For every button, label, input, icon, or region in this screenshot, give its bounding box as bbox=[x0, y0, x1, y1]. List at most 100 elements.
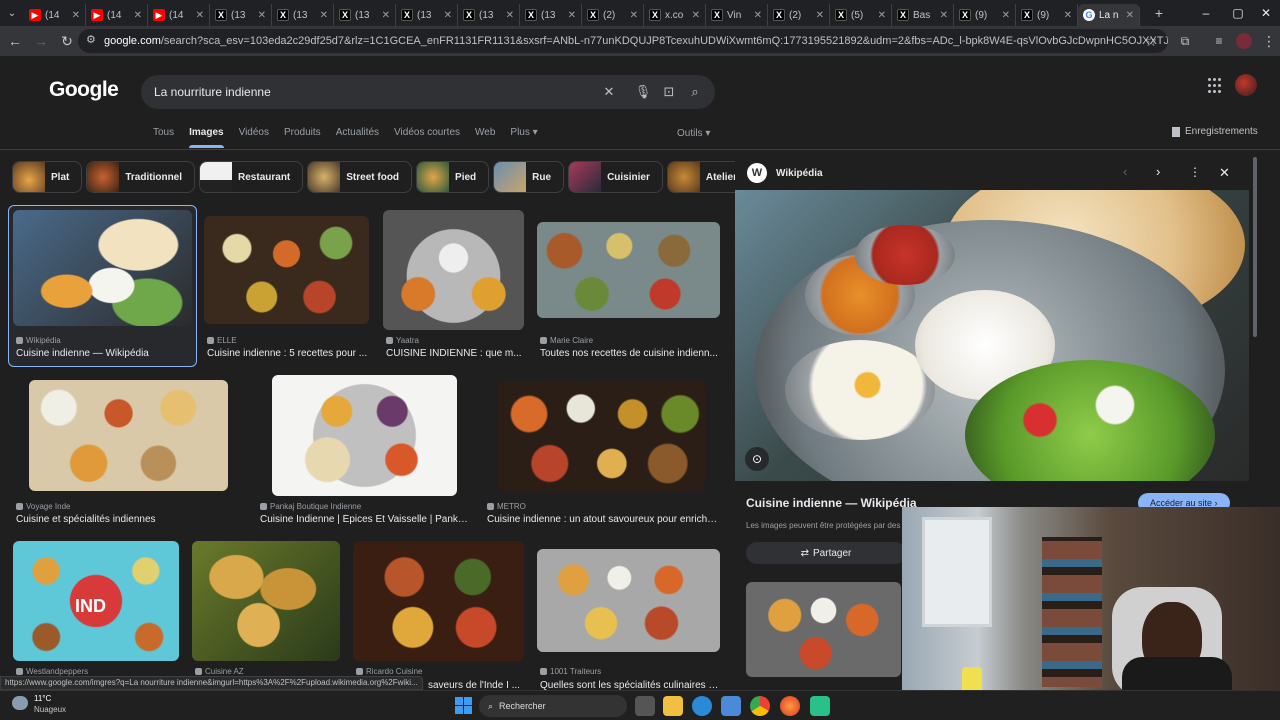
app-icon[interactable] bbox=[810, 696, 830, 716]
close-tab-icon[interactable]: ✕ bbox=[1064, 10, 1072, 21]
browser-tab[interactable]: X (2) ✕ bbox=[768, 4, 830, 26]
panel-scrollbar[interactable] bbox=[1253, 157, 1257, 337]
close-tab-icon[interactable]: ✕ bbox=[940, 10, 948, 21]
browser-tab[interactable]: ▶ (14 ✕ bbox=[24, 4, 86, 26]
result-title[interactable]: Cuisine et spécialités indiennes bbox=[16, 514, 236, 525]
tab-web[interactable]: Web bbox=[475, 127, 495, 147]
tab-products[interactable]: Produits bbox=[284, 127, 321, 147]
browser-tab[interactable]: X (5) ✕ bbox=[830, 4, 892, 26]
close-tab-icon[interactable]: ✕ bbox=[692, 10, 700, 21]
tab-more[interactable]: Plus ▾ bbox=[510, 127, 537, 147]
browser-tab[interactable]: X Vin ✕ bbox=[706, 4, 768, 26]
file-explorer-icon[interactable] bbox=[663, 696, 683, 716]
tab-search-icon[interactable]: ⌄ bbox=[0, 0, 24, 26]
profile-avatar[interactable] bbox=[1236, 33, 1252, 49]
back-icon[interactable]: ← bbox=[2, 28, 28, 54]
weather-temp[interactable]: 11°C bbox=[34, 694, 51, 703]
weather-desc[interactable]: Nuageux bbox=[34, 705, 66, 714]
browser-tab[interactable]: G La n ✕ bbox=[1078, 4, 1140, 26]
close-tab-icon[interactable]: ✕ bbox=[1126, 10, 1134, 21]
close-tab-icon[interactable]: ✕ bbox=[506, 10, 514, 21]
close-tab-icon[interactable]: ✕ bbox=[196, 10, 204, 21]
preview-image[interactable] bbox=[735, 190, 1249, 481]
result-image[interactable] bbox=[498, 381, 705, 491]
clear-icon[interactable]: ✕ bbox=[601, 84, 617, 100]
address-bar[interactable]: ⚙ google.com/search?sca_esv=103eda2c29df… bbox=[78, 29, 1168, 53]
close-tab-icon[interactable]: ✕ bbox=[754, 10, 762, 21]
result-image[interactable] bbox=[204, 216, 369, 324]
chip-restaurant[interactable]: Restaurant bbox=[199, 161, 304, 193]
chip-cuisinier[interactable]: Cuisinier bbox=[568, 161, 663, 193]
browser-tab[interactable]: X (13 ✕ bbox=[520, 4, 582, 26]
firefox-icon[interactable] bbox=[780, 696, 800, 716]
minimize-icon[interactable]: – bbox=[1190, 0, 1222, 26]
tab-videos[interactable]: Vidéos bbox=[239, 127, 269, 147]
forward-icon[interactable]: → bbox=[28, 28, 54, 54]
account-avatar[interactable] bbox=[1235, 74, 1257, 96]
result-title[interactable]: Cuisine Indienne | Épices Et Vaisselle |… bbox=[260, 514, 470, 525]
browser-tab[interactable]: X Bas ✕ bbox=[892, 4, 954, 26]
tab-short-videos[interactable]: Vidéos courtes bbox=[394, 127, 460, 147]
close-tab-icon[interactable]: ✕ bbox=[382, 10, 390, 21]
chip-plat[interactable]: Plat bbox=[12, 161, 83, 193]
tab-all[interactable]: Tous bbox=[153, 127, 174, 147]
browser-tab[interactable]: X (9) ✕ bbox=[954, 4, 1016, 26]
close-panel-icon[interactable]: ✕ bbox=[1219, 165, 1230, 181]
result-title[interactable]: Toutes nos recettes de cuisine indienn..… bbox=[540, 348, 720, 359]
result-title[interactable]: Cuisine indienne : un atout savoureux po… bbox=[487, 514, 719, 525]
browser-menu-icon[interactable]: ⋮ bbox=[1256, 28, 1280, 54]
task-view-icon[interactable] bbox=[635, 696, 655, 716]
lens-search-icon[interactable]: ⊙ bbox=[745, 447, 769, 471]
bookmark-star-icon[interactable]: ☆ bbox=[1138, 28, 1164, 54]
browser-tab[interactable]: X (9) ✕ bbox=[1016, 4, 1078, 26]
browser-tab[interactable]: Xx.co ✕ bbox=[644, 4, 706, 26]
tab-news[interactable]: Actualités bbox=[336, 127, 379, 147]
start-button[interactable] bbox=[455, 697, 472, 714]
close-tab-icon[interactable]: ✕ bbox=[878, 10, 886, 21]
close-tab-icon[interactable]: ✕ bbox=[1002, 10, 1010, 21]
result-image[interactable] bbox=[537, 222, 720, 318]
browser-tab[interactable]: X (13 ✕ bbox=[334, 4, 396, 26]
next-icon[interactable]: › bbox=[1156, 164, 1160, 179]
close-tab-icon[interactable]: ✕ bbox=[258, 10, 266, 21]
result-image[interactable] bbox=[383, 210, 524, 330]
result-image[interactable] bbox=[192, 541, 340, 661]
close-tab-icon[interactable]: ✕ bbox=[568, 10, 576, 21]
browser-tab[interactable]: X (13 ✕ bbox=[272, 4, 334, 26]
browser-tab[interactable]: X (13 ✕ bbox=[458, 4, 520, 26]
prev-icon[interactable]: ‹ bbox=[1123, 164, 1127, 179]
close-tab-icon[interactable]: ✕ bbox=[320, 10, 328, 21]
result-title[interactable]: Cuisine indienne — Wikipédia bbox=[16, 348, 191, 359]
share-button[interactable]: ⇄ Partager bbox=[746, 542, 906, 564]
close-tab-icon[interactable]: ✕ bbox=[816, 10, 824, 21]
tools-button[interactable]: Outils ▾ bbox=[677, 128, 710, 139]
browser-tab[interactable]: ▶ (14 ✕ bbox=[86, 4, 148, 26]
reload-icon[interactable]: ↻ bbox=[54, 28, 80, 54]
new-tab-button[interactable]: + bbox=[1146, 0, 1172, 26]
chip-atelier[interactable]: Atelier cuisi bbox=[666, 161, 738, 193]
search-query[interactable]: La nourriture indienne bbox=[154, 85, 271, 99]
result-title[interactable]: CUISINE INDIENNE : que m... bbox=[386, 348, 524, 359]
apps-grid-icon[interactable] bbox=[1208, 78, 1224, 94]
close-window-icon[interactable]: ✕ bbox=[1250, 0, 1280, 26]
chip-street-food[interactable]: Street food bbox=[307, 161, 413, 193]
site-info-icon[interactable]: ⚙ bbox=[86, 33, 96, 46]
lens-icon[interactable]: ⊡ bbox=[661, 84, 677, 100]
chip-rue[interactable]: Rue bbox=[493, 161, 565, 193]
result-image[interactable] bbox=[13, 210, 192, 326]
voice-search-icon[interactable]: 🎙 bbox=[635, 84, 652, 100]
result-image[interactable] bbox=[537, 549, 720, 652]
result-image[interactable] bbox=[353, 541, 524, 661]
extensions-icon[interactable]: ⧉ bbox=[1172, 28, 1198, 54]
close-tab-icon[interactable]: ✕ bbox=[134, 10, 142, 21]
browser-tab[interactable]: ▶ (14 ✕ bbox=[148, 4, 210, 26]
chip-pied[interactable]: Pied bbox=[416, 161, 490, 193]
result-image[interactable] bbox=[29, 380, 228, 491]
google-logo[interactable]: Google bbox=[49, 78, 119, 102]
close-tab-icon[interactable]: ✕ bbox=[444, 10, 452, 21]
store-icon[interactable] bbox=[721, 696, 741, 716]
chrome-icon[interactable] bbox=[750, 696, 770, 716]
chip-traditionnel[interactable]: Traditionnel bbox=[86, 161, 196, 193]
saved-button[interactable]: Enregistrements bbox=[1172, 126, 1258, 137]
close-tab-icon[interactable]: ✕ bbox=[72, 10, 80, 21]
